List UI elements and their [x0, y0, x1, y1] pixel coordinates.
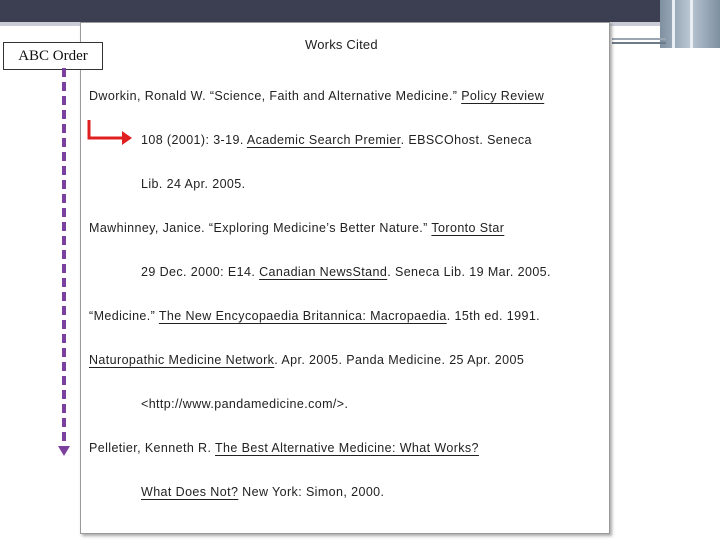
- dashed-arrow-icon: [62, 68, 66, 446]
- citation-text: 108 (2001): 3-19.: [141, 133, 247, 147]
- citation-text: “Medicine.”: [89, 309, 159, 323]
- citation-text: New York: Simon, 2000.: [238, 485, 385, 499]
- citation-line: “Medicine.” The New Encycopaedia Britann…: [89, 309, 540, 323]
- citation-text: . Seneca Lib. 19 Mar. 2005.: [387, 265, 551, 279]
- citation-text: Lib. 24 Apr. 2005.: [141, 177, 246, 191]
- citation-title-underlined: What Does Not?: [141, 485, 239, 499]
- citation-text: . 15th ed. 1991.: [446, 309, 541, 323]
- citation-title-underlined: Policy Review: [461, 89, 545, 103]
- abc-order-label: ABC Order: [3, 42, 103, 70]
- citation-line: Lib. 24 Apr. 2005.: [141, 177, 246, 191]
- corner-decoration: [660, 0, 720, 48]
- citation-text: <http://www.pandamedicine.com/>.: [141, 397, 349, 411]
- citation-line: 108 (2001): 3-19. Academic Search Premie…: [141, 133, 532, 147]
- top-decorative-bar: [0, 0, 720, 22]
- citation-line: Pelletier, Kenneth R. The Best Alternati…: [89, 441, 479, 455]
- citation-line: What Does Not? New York: Simon, 2000.: [141, 485, 384, 499]
- citation-text: . EBSCOhost. Seneca: [400, 133, 532, 147]
- citation-text: . Apr. 2005. Panda Medicine. 25 Apr. 200…: [274, 353, 525, 367]
- citation-title-underlined: Academic Search Premier: [246, 133, 401, 147]
- citation-title-underlined: Toronto Star: [431, 221, 505, 235]
- citation-title-underlined: Naturopathic Medicine Network: [89, 353, 275, 367]
- citation-title-underlined: The Best Alternative Medicine: What Work…: [215, 441, 479, 455]
- citation-line: Naturopathic Medicine Network. Apr. 2005…: [89, 353, 524, 367]
- citation-line: 29 Dec. 2000: E14. Canadian NewsStand. S…: [141, 265, 551, 279]
- decorative-rule: [612, 38, 666, 40]
- citation-text: Pelletier, Kenneth R.: [89, 441, 216, 455]
- citation-title-underlined: The New Encycopaedia Britannica: Macropa…: [158, 309, 447, 323]
- citation-text: 29 Dec. 2000: E14.: [141, 265, 260, 279]
- citation-text: Mawhinney, Janice. “Exploring Medicine’s…: [89, 221, 432, 235]
- decorative-rule: [612, 42, 666, 44]
- citation-title-underlined: Canadian NewsStand: [259, 265, 388, 279]
- works-cited-title: Works Cited: [305, 37, 378, 52]
- arrow-head-icon: [58, 446, 70, 456]
- citation-line: <http://www.pandamedicine.com/>.: [141, 397, 348, 411]
- citation-line: Mawhinney, Janice. “Exploring Medicine’s…: [89, 221, 504, 235]
- indent-arrow-icon: [87, 120, 132, 145]
- citation-text: Dworkin, Ronald W. “Science, Faith and A…: [89, 89, 462, 103]
- citation-line: Dworkin, Ronald W. “Science, Faith and A…: [89, 89, 544, 103]
